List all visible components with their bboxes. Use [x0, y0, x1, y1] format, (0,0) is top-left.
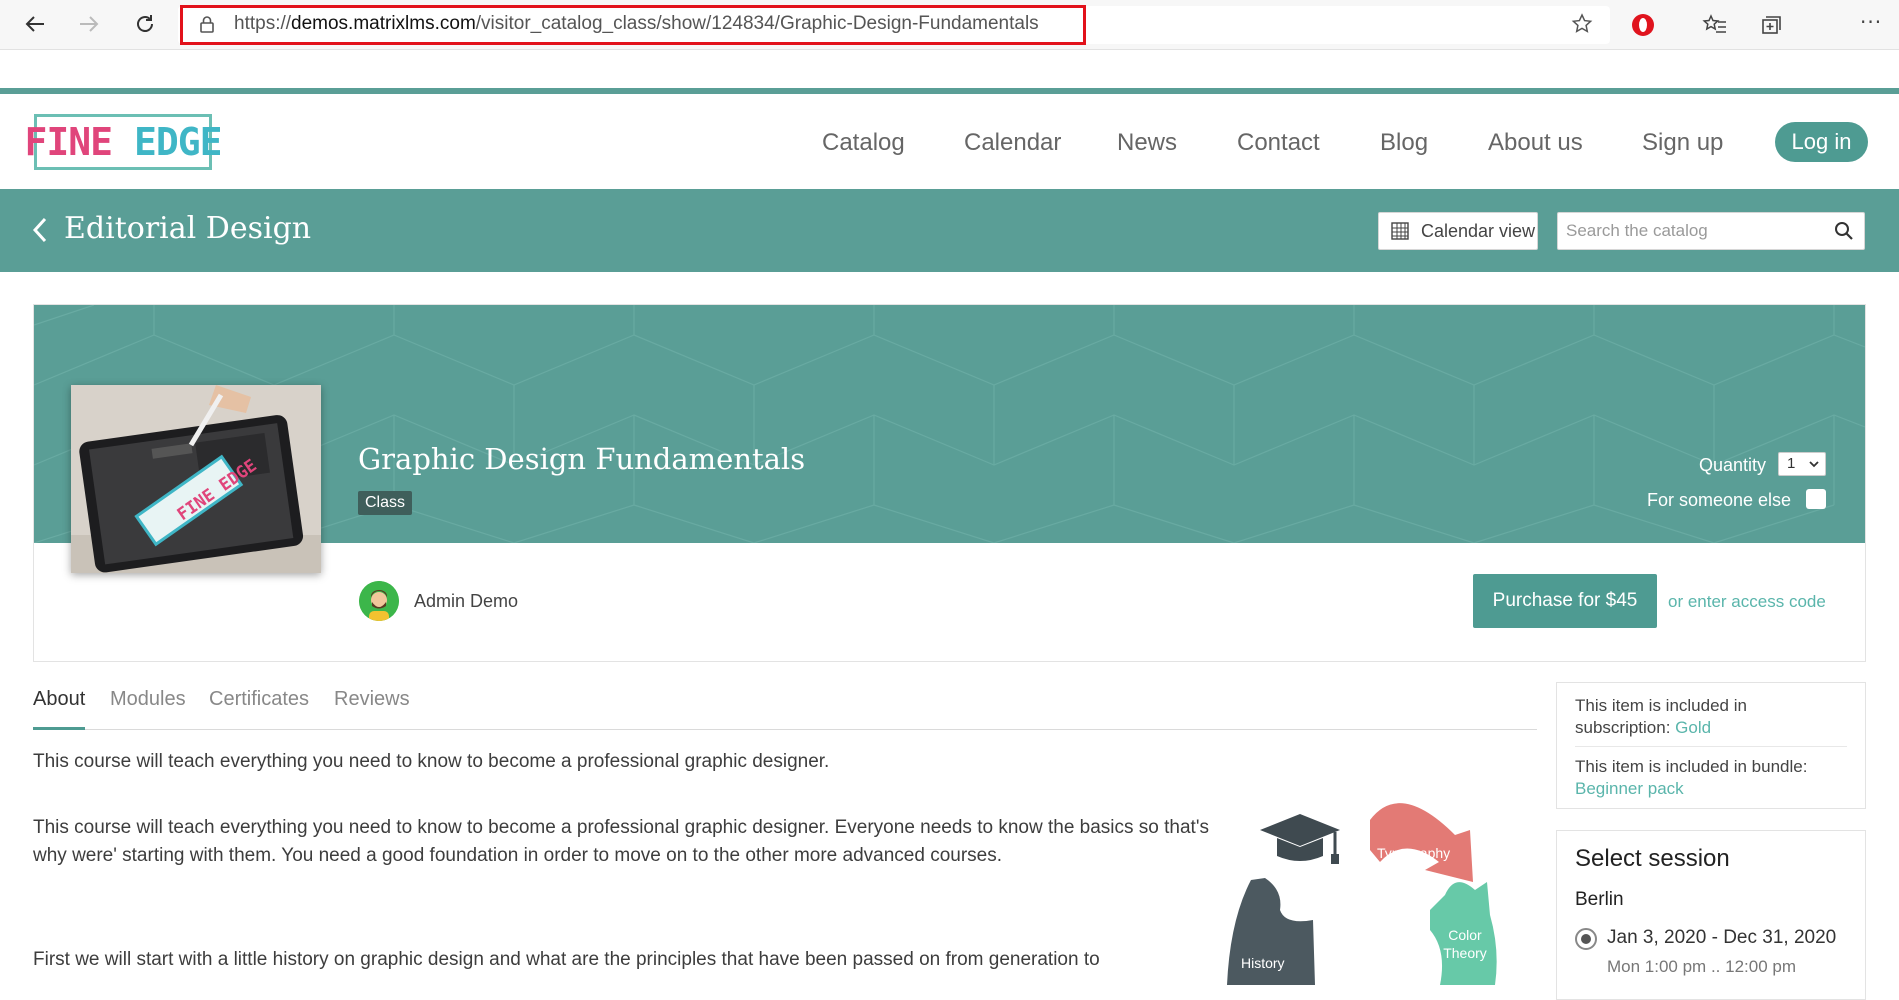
- session-time: Mon 1:00 pm .. 12:00 pm: [1607, 957, 1796, 976]
- back-chevron-icon[interactable]: [30, 213, 50, 247]
- url-scheme: https://: [234, 13, 292, 34]
- course-hero-card: Graphic Design Fundamentals Class Quanti…: [33, 304, 1866, 662]
- author-name[interactable]: Admin Demo: [414, 591, 518, 612]
- graduation-cap-icon: [1260, 814, 1340, 864]
- bundle-link[interactable]: Beginner pack: [1575, 779, 1684, 798]
- page-title: Editorial Design: [64, 211, 312, 246]
- nav-news[interactable]: News: [1117, 129, 1177, 157]
- calendar-view-label: Calendar view: [1421, 220, 1536, 241]
- author-avatar: [359, 581, 399, 621]
- about-paragraph-2: This course will teach everything you ne…: [33, 817, 1209, 866]
- for-someone-else-label: For someone else: [1647, 490, 1792, 510]
- collections-icon[interactable]: [1757, 12, 1783, 38]
- purchase-button[interactable]: Purchase for $45: [1473, 574, 1657, 628]
- nav-contact[interactable]: Contact: [1237, 129, 1320, 157]
- tab-modules[interactable]: Modules: [110, 688, 186, 711]
- about-paragraph-1: This course will teach everything you ne…: [33, 751, 830, 772]
- history-label: History: [1241, 955, 1285, 971]
- catalog-search: [1557, 212, 1865, 250]
- sidebar-divider: [1575, 746, 1847, 747]
- quantity-select[interactable]: 1: [1778, 452, 1826, 476]
- star-icon[interactable]: [1570, 12, 1594, 36]
- nav-about-us[interactable]: About us: [1488, 129, 1583, 157]
- more-icon[interactable]: ···: [1860, 10, 1882, 34]
- access-code-link[interactable]: or enter access code: [1668, 592, 1826, 612]
- calendar-grid-icon: [1391, 222, 1409, 240]
- nav-catalog[interactable]: Catalog: [822, 129, 905, 157]
- favorites-icon[interactable]: [1702, 12, 1728, 38]
- for-someone-else-checkbox[interactable]: [1806, 489, 1826, 509]
- back-arrow-icon[interactable]: [20, 9, 50, 39]
- session-card-title: Select session: [1575, 845, 1730, 872]
- quantity-value: 1: [1787, 455, 1796, 472]
- course-title: Graphic Design Fundamentals: [358, 442, 806, 476]
- calendar-view-button[interactable]: Calendar view: [1378, 212, 1538, 250]
- logo-text-fine: FINE: [24, 120, 114, 164]
- quantity-label: Quantity: [1699, 455, 1767, 475]
- subscription-info: This item is included in subscription: G…: [1575, 695, 1847, 739]
- forward-arrow-icon[interactable]: [74, 9, 104, 39]
- chevron-down-icon: [1809, 461, 1819, 468]
- about-paragraph-3: First we will start with a little histor…: [33, 949, 1100, 970]
- typography-segment: Typography: [1370, 803, 1473, 882]
- site-logo[interactable]: FINE EDGE: [25, 114, 222, 170]
- search-icon[interactable]: [1834, 221, 1854, 241]
- session-city: Berlin: [1575, 889, 1624, 910]
- nav-blog[interactable]: Blog: [1380, 129, 1428, 157]
- color-theory-label-line2: Theory: [1443, 945, 1487, 961]
- select-session-card: Select session Berlin Jan 3, 2020 - Dec …: [1556, 830, 1866, 1000]
- history-segment: History: [1227, 878, 1315, 985]
- site-header: FINE EDGE Catalog Calendar News Contact …: [0, 94, 1899, 189]
- tab-reviews[interactable]: Reviews: [334, 688, 410, 711]
- course-topics-infographic: Typography Color Theory History: [1227, 803, 1497, 985]
- url-path: /visitor_catalog_class/show/124834/Graph…: [475, 13, 1039, 34]
- browser-toolbar: https://demos.matrixlms.com/visitor_cata…: [0, 0, 1899, 50]
- course-type-badge: Class: [358, 491, 413, 515]
- bundle-info: This item is included in bundle: Beginne…: [1575, 756, 1847, 800]
- tablet-illustration: FINE EDGE: [71, 385, 321, 573]
- url-text[interactable]: https://demos.matrixlms.com/visitor_cata…: [234, 13, 1039, 35]
- subscription-prefix: This item is included in subscription:: [1575, 696, 1747, 737]
- session-dates[interactable]: Jan 3, 2020 - Dec 31, 2020: [1607, 927, 1836, 949]
- active-tab-indicator: [33, 727, 85, 730]
- opera-icon[interactable]: [1630, 12, 1656, 38]
- bundle-prefix: This item is included in bundle:: [1575, 757, 1808, 776]
- nav-calendar[interactable]: Calendar: [964, 129, 1061, 157]
- typography-label: Typography: [1377, 845, 1450, 861]
- tab-about[interactable]: About: [33, 688, 85, 711]
- refresh-icon[interactable]: [130, 9, 160, 39]
- inclusion-info-card: This item is included in subscription: G…: [1556, 682, 1866, 809]
- page-title-bar: Editorial Design Calendar view: [0, 189, 1899, 272]
- session-radio-button[interactable]: [1575, 928, 1597, 950]
- course-tabs: About Modules Certificates Reviews: [33, 680, 1537, 730]
- catalog-search-input[interactable]: [1558, 213, 1828, 249]
- tab-certificates[interactable]: Certificates: [209, 688, 309, 711]
- subscription-link[interactable]: Gold: [1675, 718, 1711, 737]
- color-theory-segment: Color Theory: [1430, 882, 1497, 985]
- lock-icon: [200, 16, 214, 33]
- color-theory-label-line1: Color: [1448, 927, 1482, 943]
- logo-text-edge: EDGE: [133, 120, 223, 164]
- url-host: demos.matrixlms.com: [291, 13, 476, 34]
- login-button[interactable]: Log in: [1775, 122, 1868, 162]
- nav-sign-up[interactable]: Sign up: [1642, 129, 1723, 157]
- course-thumbnail: FINE EDGE: [71, 385, 321, 573]
